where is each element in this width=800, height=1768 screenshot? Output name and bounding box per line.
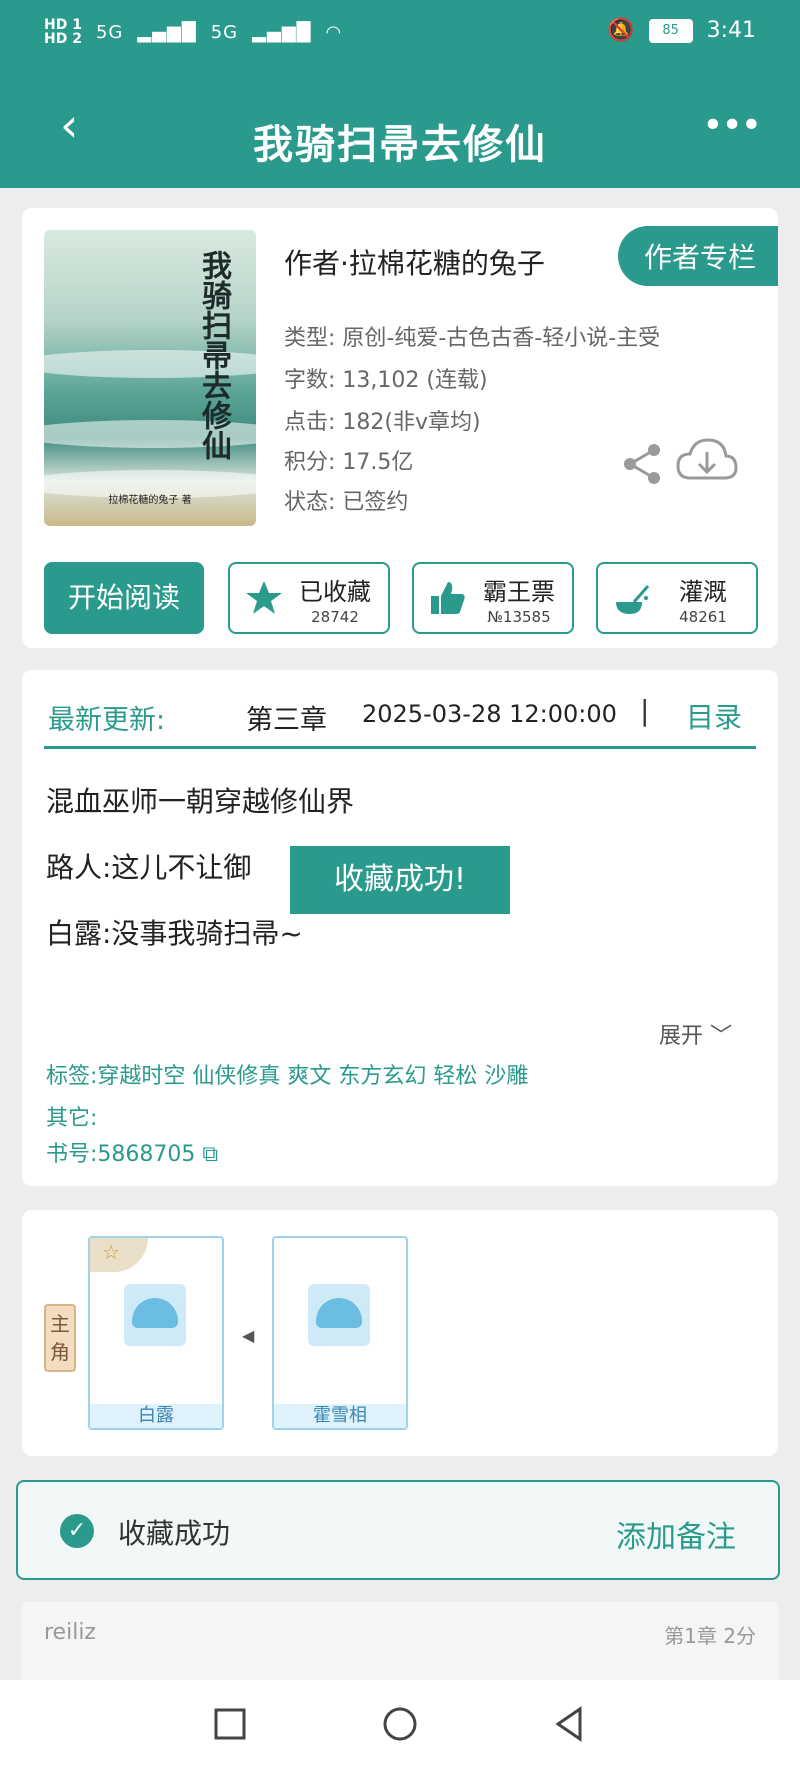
network-label-2: 5G xyxy=(210,21,239,43)
mute-icon: 🔕 xyxy=(607,18,635,43)
book-number: 书号:5868705 ⧉ xyxy=(46,1136,218,1168)
intro-line: 混血巫师一朝穿越修仙界 xyxy=(46,785,355,818)
clock: 3:41 xyxy=(706,18,756,43)
latest-chapter[interactable]: 第三章 xyxy=(246,698,327,737)
book-type: 类型: 原创-纯爱-古色古香-轻小说-主受 xyxy=(284,326,661,351)
check-icon: ✓ xyxy=(60,1514,94,1548)
back-nav-icon[interactable] xyxy=(550,1704,590,1744)
share-icon[interactable] xyxy=(618,440,666,488)
start-reading-button[interactable]: 开始阅读 xyxy=(44,562,204,634)
wifi-icon: ◠ xyxy=(325,21,343,43)
comment-row[interactable]: reiliz 第1章 2分 xyxy=(22,1602,778,1682)
hd1-label: HD 1 xyxy=(44,17,82,33)
author-name[interactable]: 作者·拉棉花糖的兔子 xyxy=(284,242,545,282)
status-bar: HD 1 HD 2 5G ▂▄▆█ 5G ▂▄▆█ ◠ 🔕 85 3:41 xyxy=(44,18,756,58)
role-tag: 主角 xyxy=(44,1304,76,1372)
vote-button[interactable]: 霸王票 №13585 xyxy=(412,562,574,634)
intro-card: 最新更新: 第三章 2025-03-28 12:00:00 | 目录 混血巫师一… xyxy=(22,670,778,1186)
more-icon[interactable]: ••• xyxy=(702,108,762,144)
latest-update-date: 2025-03-28 12:00:00 xyxy=(362,700,617,728)
comment-meta: 第1章 2分 xyxy=(664,1624,756,1648)
copy-icon[interactable]: ⧉ xyxy=(202,1142,218,1167)
cover-title: 我骑扫帚去修仙 xyxy=(196,250,231,460)
avatar xyxy=(124,1284,186,1346)
favorite-button[interactable]: 已收藏 28742 xyxy=(228,562,390,634)
characters-card: 主角 ☆ 白露 ◀ 霍雪相 xyxy=(22,1210,778,1456)
character-card[interactable]: 霍雪相 xyxy=(272,1236,408,1430)
add-note-button[interactable]: 添加备注 xyxy=(616,1512,736,1556)
hd2-label: HD 2 xyxy=(44,31,82,47)
battery-indicator: 85 xyxy=(648,18,693,43)
toc-link[interactable]: 目录 xyxy=(686,696,742,736)
relation-arrow-icon: ◀ xyxy=(242,1326,255,1345)
toast-message: 收藏成功! xyxy=(290,846,510,914)
character-name: 白露 xyxy=(90,1404,222,1428)
book-state: 状态: 已签约 xyxy=(284,490,409,515)
network-label-1: 5G xyxy=(95,21,124,43)
signal-icon-2: ▂▄▆█ xyxy=(252,21,312,43)
system-nav-bar xyxy=(0,1680,800,1768)
book-cover[interactable]: 我骑扫帚去修仙 拉棉花糖的兔子 著 xyxy=(44,230,256,526)
home-icon[interactable] xyxy=(380,1704,420,1744)
comment-user: reiliz xyxy=(44,1620,96,1645)
water-button[interactable]: 灌溉 48261 xyxy=(596,562,758,634)
favorite-label: 已收藏 xyxy=(299,578,371,606)
avatar xyxy=(308,1284,370,1346)
thumbs-up-icon xyxy=(431,582,465,614)
author-column-button[interactable]: 作者专栏 xyxy=(617,226,778,286)
star-icon xyxy=(246,581,282,614)
divider: | xyxy=(640,694,650,727)
success-message: 收藏成功 xyxy=(118,1517,231,1550)
other-line: 其它: xyxy=(46,1106,98,1131)
character-name: 霍雪相 xyxy=(274,1404,406,1428)
tags-line[interactable]: 标签:穿越时空 仙侠修真 爽文 东方玄幻 轻松 沙雕 xyxy=(46,1058,528,1090)
page-title: 我骑扫帚去修仙 xyxy=(253,122,547,168)
star-badge-icon: ☆ xyxy=(90,1238,148,1272)
favorite-success-bar: ✓ 收藏成功 添加备注 xyxy=(16,1480,780,1580)
book-number-text: 书号:5868705 xyxy=(46,1142,196,1167)
recent-apps-icon[interactable] xyxy=(210,1704,250,1744)
latest-update-label: 最新更新: xyxy=(48,705,166,736)
book-words: 字数: 13,102 (连载) xyxy=(284,368,488,393)
water-count: 48261 xyxy=(679,608,727,626)
cover-author: 拉棉花糖的兔子 著 xyxy=(108,495,192,506)
intro-line: 白露:没事我骑扫帚~ xyxy=(46,917,303,950)
expand-button[interactable]: 展开 ﹀ xyxy=(659,1018,732,1050)
chevron-down-icon: ﹀ xyxy=(709,1024,732,1049)
download-icon[interactable] xyxy=(674,434,740,490)
book-info-card: 我骑扫帚去修仙 拉棉花糖的兔子 著 作者·拉棉花糖的兔子 作者专栏 类型: 原创… xyxy=(22,208,778,648)
watering-icon xyxy=(616,585,650,614)
signal-icon: ▂▄▆█ xyxy=(137,21,197,43)
divider-line xyxy=(44,746,756,749)
vote-label: 霸王票 xyxy=(483,578,555,606)
expand-label: 展开 xyxy=(658,1024,703,1049)
book-score: 积分: 17.5亿 xyxy=(284,450,414,475)
book-clicks: 点击: 182(非v章均) xyxy=(284,410,481,435)
vote-count: №13585 xyxy=(487,608,551,626)
app-header: HD 1 HD 2 5G ▂▄▆█ 5G ▂▄▆█ ◠ 🔕 85 3:41 ‹ … xyxy=(0,0,800,188)
character-card[interactable]: ☆ 白露 xyxy=(88,1236,224,1430)
sim-indicator: HD 1 HD 2 xyxy=(44,18,82,46)
water-label: 灌溉 xyxy=(679,578,727,606)
intro-line: 路人:这儿不让御 xyxy=(46,851,252,884)
favorite-count: 28742 xyxy=(311,608,359,626)
